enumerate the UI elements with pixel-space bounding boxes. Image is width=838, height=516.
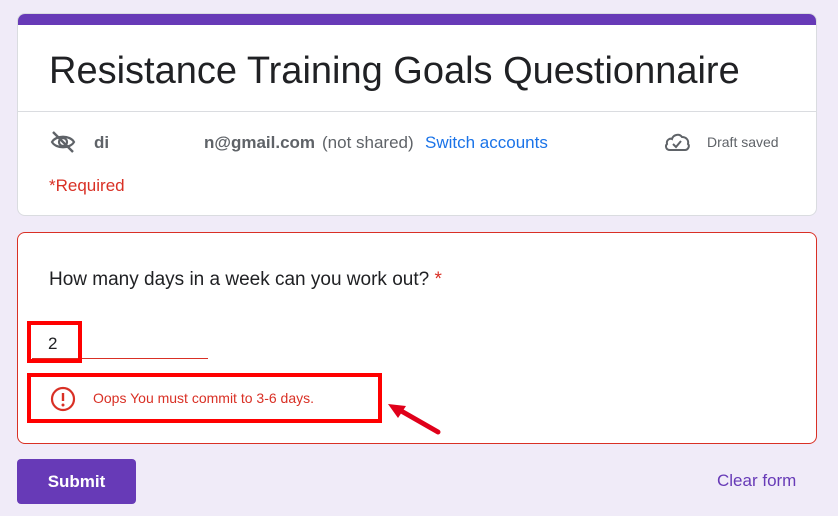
question-card: How many days in a week can you work out…: [17, 232, 817, 444]
error-circle-icon: [50, 386, 76, 412]
eye-off-icon: [50, 131, 76, 153]
required-asterisk: *: [434, 269, 442, 290]
form-title: Resistance Training Goals Questionnaire: [49, 50, 740, 92]
error-message: Oops You must commit to 3-6 days.: [93, 390, 314, 406]
submit-button[interactable]: Submit: [17, 459, 136, 504]
draft-saved-status: Draft saved: [707, 134, 779, 150]
clear-form-button[interactable]: Clear form: [717, 471, 796, 491]
switch-accounts-link[interactable]: Switch accounts: [425, 133, 548, 153]
answer-input[interactable]: [32, 329, 208, 359]
question-text: How many days in a week can you work out…: [49, 269, 430, 290]
header-divider: [18, 111, 816, 112]
account-email: n@gmail.com: [204, 133, 316, 152]
form-header-card: Resistance Training Goals Questionnaire …: [17, 13, 817, 216]
required-note: *Required: [49, 176, 125, 195]
account-name: di: [94, 133, 110, 152]
header-accent-band: [18, 14, 816, 25]
question-title: How many days in a week can you work out…: [49, 269, 442, 291]
cloud-check-icon: [665, 133, 690, 151]
not-shared-label: (not shared): [322, 133, 414, 152]
